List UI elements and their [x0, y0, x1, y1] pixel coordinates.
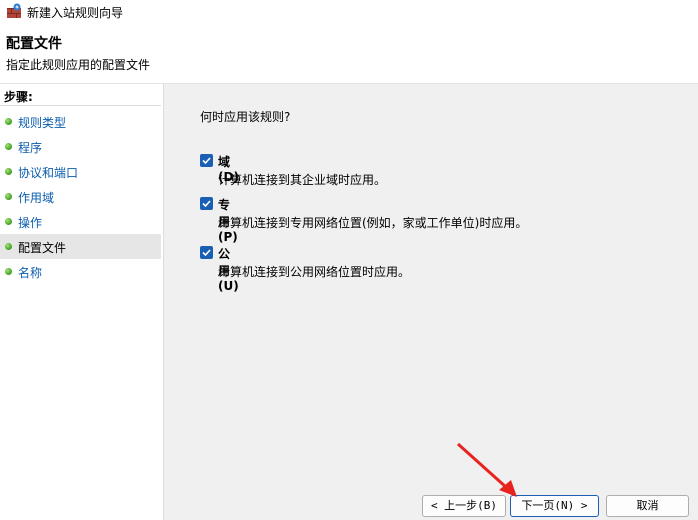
option-description: 计算机连接到其企业域时应用。: [218, 173, 387, 187]
window-title: 新建入站规则向导: [27, 6, 124, 20]
green-bullet-icon: [5, 168, 12, 175]
option-description: 计算机连接到公用网络位置时应用。: [218, 265, 411, 279]
main-content: 何时应用该规则? 域(D) 计算机连接到其企业域时应用。 专用(P) 计算机连接…: [164, 84, 698, 520]
page-title: 配置文件: [6, 36, 62, 52]
green-bullet-icon: [5, 118, 12, 125]
wizard-header: 配置文件 指定此规则应用的配置文件: [0, 24, 698, 84]
step-scope[interactable]: 作用域: [0, 184, 161, 209]
step-label: 作用域: [18, 191, 55, 205]
green-bullet-icon: [5, 193, 12, 200]
step-program[interactable]: 程序: [0, 134, 161, 159]
step-protocol-port[interactable]: 协议和端口: [0, 159, 161, 184]
checkmark-icon: [202, 157, 211, 165]
step-label: 名称: [18, 266, 43, 280]
red-arrow-annotation: [456, 442, 517, 497]
step-label: 协议和端口: [18, 166, 79, 180]
step-label: 配置文件: [18, 241, 67, 255]
checkmark-icon: [202, 249, 211, 257]
step-action[interactable]: 操作: [0, 209, 161, 234]
checkmark-icon: [202, 200, 211, 208]
step-label: 操作: [18, 216, 43, 230]
step-name[interactable]: 名称: [0, 259, 161, 284]
steps-sidebar: 步骤: 规则类型 程序 协议和端口 作用域 操作 配置文件 名称: [0, 84, 164, 520]
green-bullet-icon: [5, 218, 12, 225]
private-checkbox[interactable]: [200, 197, 213, 210]
green-bullet-icon: [5, 243, 12, 250]
step-profile[interactable]: 配置文件: [0, 234, 161, 259]
page-subtitle: 指定此规则应用的配置文件: [6, 58, 151, 72]
firewall-app-icon: [7, 3, 21, 18]
title-bar: 新建入站规则向导: [0, 0, 698, 24]
green-bullet-icon: [5, 143, 12, 150]
option-description: 计算机连接到专用网络位置(例如，家或工作单位)时应用。: [218, 216, 528, 230]
step-rule-type[interactable]: 规则类型: [0, 109, 161, 134]
divider: [0, 105, 161, 106]
steps-title: 步骤:: [4, 90, 33, 104]
domain-checkbox[interactable]: [200, 154, 213, 167]
step-label: 程序: [18, 141, 43, 155]
question-text: 何时应用该规则?: [200, 110, 291, 124]
step-label: 规则类型: [18, 116, 67, 130]
public-checkbox[interactable]: [200, 246, 213, 259]
cancel-button[interactable]: 取消: [606, 495, 689, 517]
green-bullet-icon: [5, 268, 12, 275]
